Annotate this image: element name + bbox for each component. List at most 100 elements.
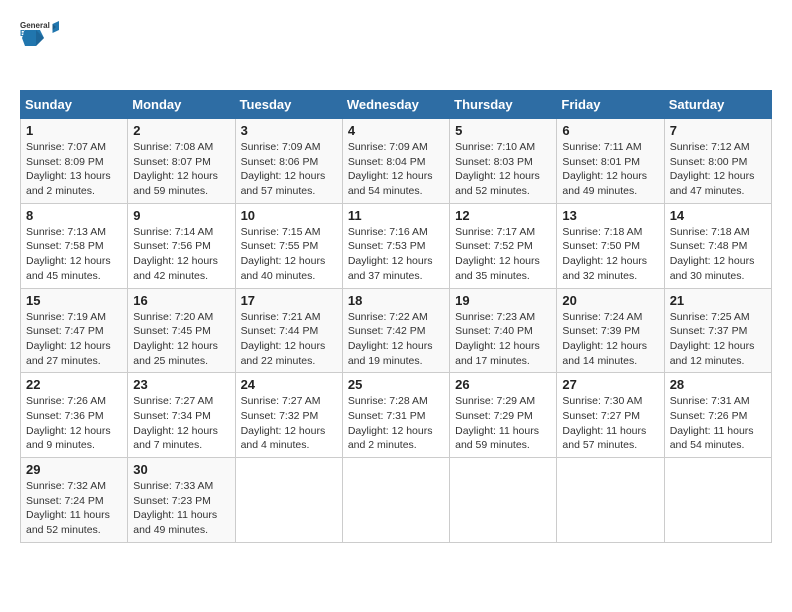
calendar-cell-w2d2: 17 Sunrise: 7:21 AMSunset: 7:44 PMDaylig… (235, 288, 342, 373)
logo-icon-svg (22, 28, 44, 48)
calendar-cell-w1d2: 10 Sunrise: 7:15 AMSunset: 7:55 PMDaylig… (235, 203, 342, 288)
calendar-cell-w1d0: 8 Sunrise: 7:13 AMSunset: 7:58 PMDayligh… (21, 203, 128, 288)
day-number: 12 (455, 208, 551, 223)
day-number: 1 (26, 123, 122, 138)
calendar-cell-w4d2 (235, 458, 342, 543)
calendar-cell-w3d0: 22 Sunrise: 7:26 AMSunset: 7:36 PMDaylig… (21, 373, 128, 458)
day-number: 6 (562, 123, 658, 138)
day-info: Sunrise: 7:20 AMSunset: 7:45 PMDaylight:… (133, 310, 229, 369)
day-info: Sunrise: 7:22 AMSunset: 7:42 PMDaylight:… (348, 310, 444, 369)
day-number: 18 (348, 293, 444, 308)
day-number: 20 (562, 293, 658, 308)
calendar-cell-w4d3 (342, 458, 449, 543)
calendar-cell-w2d5: 20 Sunrise: 7:24 AMSunset: 7:39 PMDaylig… (557, 288, 664, 373)
day-info: Sunrise: 7:27 AMSunset: 7:32 PMDaylight:… (241, 394, 337, 453)
day-number: 28 (670, 377, 766, 392)
day-number: 16 (133, 293, 229, 308)
day-info: Sunrise: 7:21 AMSunset: 7:44 PMDaylight:… (241, 310, 337, 369)
day-number: 15 (26, 293, 122, 308)
day-info: Sunrise: 7:31 AMSunset: 7:26 PMDaylight:… (670, 394, 766, 453)
day-number: 22 (26, 377, 122, 392)
calendar-cell-w2d3: 18 Sunrise: 7:22 AMSunset: 7:42 PMDaylig… (342, 288, 449, 373)
day-number: 23 (133, 377, 229, 392)
calendar-cell-w3d2: 24 Sunrise: 7:27 AMSunset: 7:32 PMDaylig… (235, 373, 342, 458)
calendar-cell-w4d4 (450, 458, 557, 543)
day-info: Sunrise: 7:18 AMSunset: 7:48 PMDaylight:… (670, 225, 766, 284)
calendar-cell-w1d4: 12 Sunrise: 7:17 AMSunset: 7:52 PMDaylig… (450, 203, 557, 288)
day-info: Sunrise: 7:17 AMSunset: 7:52 PMDaylight:… (455, 225, 551, 284)
day-info: Sunrise: 7:15 AMSunset: 7:55 PMDaylight:… (241, 225, 337, 284)
day-number: 27 (562, 377, 658, 392)
day-info: Sunrise: 7:24 AMSunset: 7:39 PMDaylight:… (562, 310, 658, 369)
calendar-cell-w2d6: 21 Sunrise: 7:25 AMSunset: 7:37 PMDaylig… (664, 288, 771, 373)
day-info: Sunrise: 7:30 AMSunset: 7:27 PMDaylight:… (562, 394, 658, 453)
day-number: 17 (241, 293, 337, 308)
calendar-cell-w3d6: 28 Sunrise: 7:31 AMSunset: 7:26 PMDaylig… (664, 373, 771, 458)
calendar-table: SundayMondayTuesdayWednesdayThursdayFrid… (20, 90, 772, 543)
calendar-cell-w3d3: 25 Sunrise: 7:28 AMSunset: 7:31 PMDaylig… (342, 373, 449, 458)
calendar-cell-w4d0: 29 Sunrise: 7:32 AMSunset: 7:24 PMDaylig… (21, 458, 128, 543)
calendar-cell-w4d6 (664, 458, 771, 543)
day-number: 24 (241, 377, 337, 392)
day-number: 11 (348, 208, 444, 223)
calendar-cell-w1d5: 13 Sunrise: 7:18 AMSunset: 7:50 PMDaylig… (557, 203, 664, 288)
weekday-header-wednesday: Wednesday (342, 91, 449, 119)
weekday-header-saturday: Saturday (664, 91, 771, 119)
calendar-cell-w1d6: 14 Sunrise: 7:18 AMSunset: 7:48 PMDaylig… (664, 203, 771, 288)
day-info: Sunrise: 7:08 AMSunset: 8:07 PMDaylight:… (133, 140, 229, 199)
weekday-header-thursday: Thursday (450, 91, 557, 119)
day-info: Sunrise: 7:25 AMSunset: 7:37 PMDaylight:… (670, 310, 766, 369)
day-number: 19 (455, 293, 551, 308)
day-info: Sunrise: 7:16 AMSunset: 7:53 PMDaylight:… (348, 225, 444, 284)
calendar-cell-w2d0: 15 Sunrise: 7:19 AMSunset: 7:47 PMDaylig… (21, 288, 128, 373)
day-number: 4 (348, 123, 444, 138)
day-number: 5 (455, 123, 551, 138)
calendar-cell-w0d0: 1 Sunrise: 7:07 AMSunset: 8:09 PMDayligh… (21, 119, 128, 204)
calendar-cell-w0d1: 2 Sunrise: 7:08 AMSunset: 8:07 PMDayligh… (128, 119, 235, 204)
day-info: Sunrise: 7:10 AMSunset: 8:03 PMDaylight:… (455, 140, 551, 199)
weekday-header-monday: Monday (128, 91, 235, 119)
calendar-cell-w0d4: 5 Sunrise: 7:10 AMSunset: 8:03 PMDayligh… (450, 119, 557, 204)
day-number: 26 (455, 377, 551, 392)
calendar-cell-w4d1: 30 Sunrise: 7:33 AMSunset: 7:23 PMDaylig… (128, 458, 235, 543)
day-number: 2 (133, 123, 229, 138)
calendar-cell-w2d1: 16 Sunrise: 7:20 AMSunset: 7:45 PMDaylig… (128, 288, 235, 373)
day-info: Sunrise: 7:12 AMSunset: 8:00 PMDaylight:… (670, 140, 766, 199)
day-number: 8 (26, 208, 122, 223)
day-number: 13 (562, 208, 658, 223)
logo: General Blue (20, 20, 120, 80)
day-info: Sunrise: 7:27 AMSunset: 7:34 PMDaylight:… (133, 394, 229, 453)
day-info: Sunrise: 7:18 AMSunset: 7:50 PMDaylight:… (562, 225, 658, 284)
day-info: Sunrise: 7:09 AMSunset: 8:04 PMDaylight:… (348, 140, 444, 199)
day-number: 7 (670, 123, 766, 138)
calendar-cell-w0d3: 4 Sunrise: 7:09 AMSunset: 8:04 PMDayligh… (342, 119, 449, 204)
day-info: Sunrise: 7:19 AMSunset: 7:47 PMDaylight:… (26, 310, 122, 369)
day-number: 14 (670, 208, 766, 223)
weekday-header-friday: Friday (557, 91, 664, 119)
calendar-cell-w3d4: 26 Sunrise: 7:29 AMSunset: 7:29 PMDaylig… (450, 373, 557, 458)
day-info: Sunrise: 7:23 AMSunset: 7:40 PMDaylight:… (455, 310, 551, 369)
day-number: 30 (133, 462, 229, 477)
calendar-cell-w0d6: 7 Sunrise: 7:12 AMSunset: 8:00 PMDayligh… (664, 119, 771, 204)
calendar-cell-w2d4: 19 Sunrise: 7:23 AMSunset: 7:40 PMDaylig… (450, 288, 557, 373)
calendar-cell-w1d3: 11 Sunrise: 7:16 AMSunset: 7:53 PMDaylig… (342, 203, 449, 288)
calendar-cell-w1d1: 9 Sunrise: 7:14 AMSunset: 7:56 PMDayligh… (128, 203, 235, 288)
day-number: 9 (133, 208, 229, 223)
day-number: 21 (670, 293, 766, 308)
day-info: Sunrise: 7:07 AMSunset: 8:09 PMDaylight:… (26, 140, 122, 199)
day-info: Sunrise: 7:33 AMSunset: 7:23 PMDaylight:… (133, 479, 229, 538)
weekday-header-tuesday: Tuesday (235, 91, 342, 119)
calendar-cell-w0d2: 3 Sunrise: 7:09 AMSunset: 8:06 PMDayligh… (235, 119, 342, 204)
day-number: 3 (241, 123, 337, 138)
day-info: Sunrise: 7:28 AMSunset: 7:31 PMDaylight:… (348, 394, 444, 453)
calendar-cell-w4d5 (557, 458, 664, 543)
day-info: Sunrise: 7:32 AMSunset: 7:24 PMDaylight:… (26, 479, 122, 538)
day-info: Sunrise: 7:09 AMSunset: 8:06 PMDaylight:… (241, 140, 337, 199)
day-number: 29 (26, 462, 122, 477)
day-info: Sunrise: 7:13 AMSunset: 7:58 PMDaylight:… (26, 225, 122, 284)
calendar-cell-w0d5: 6 Sunrise: 7:11 AMSunset: 8:01 PMDayligh… (557, 119, 664, 204)
weekday-header-sunday: Sunday (21, 91, 128, 119)
day-info: Sunrise: 7:26 AMSunset: 7:36 PMDaylight:… (26, 394, 122, 453)
day-info: Sunrise: 7:29 AMSunset: 7:29 PMDaylight:… (455, 394, 551, 453)
calendar-cell-w3d5: 27 Sunrise: 7:30 AMSunset: 7:27 PMDaylig… (557, 373, 664, 458)
